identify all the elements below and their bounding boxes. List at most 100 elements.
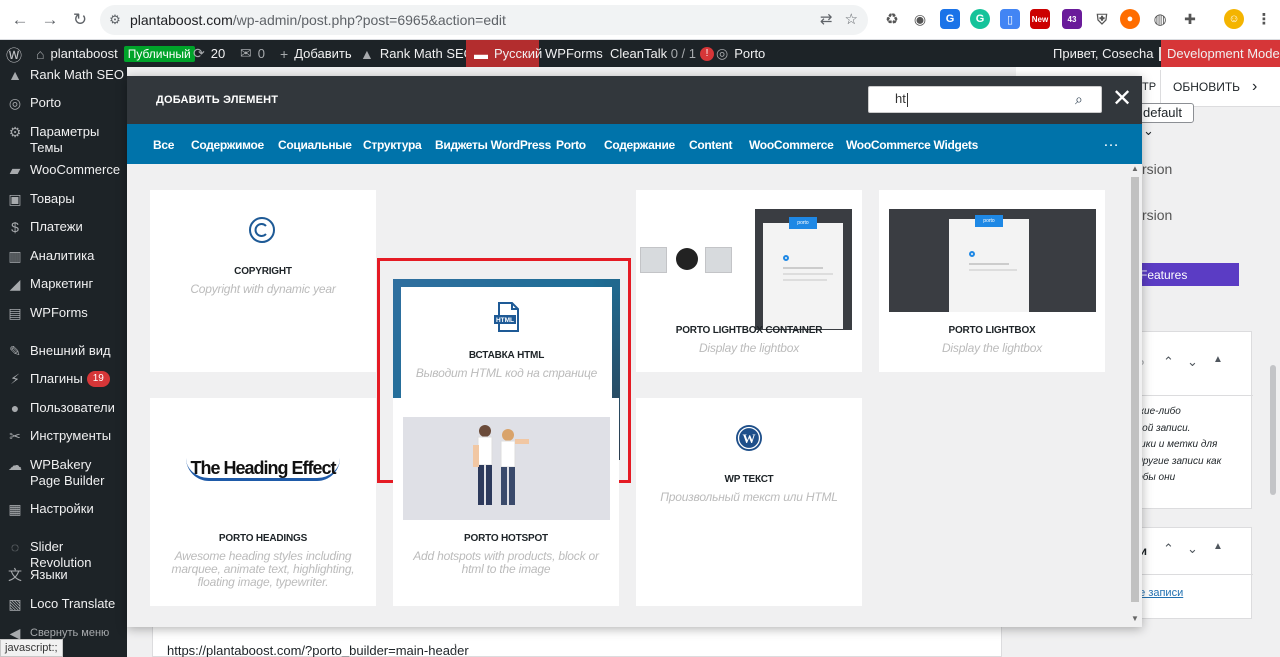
close-icon[interactable]: ✕ (1110, 87, 1134, 112)
wpforms-link[interactable]: WPForms (545, 40, 603, 67)
my-account-link[interactable]: Привет, Cosecha (1053, 40, 1174, 67)
woocommerce-icon: ▰ (9, 162, 21, 178)
bookmark-star-icon[interactable]: ☆ (845, 10, 858, 28)
back-icon[interactable]: ← (8, 8, 32, 32)
element-card-porto-hotspot[interactable]: PORTO HOTSPOT Add hotspots with products… (393, 398, 619, 606)
counter-ext-icon[interactable]: 43 (1062, 9, 1082, 29)
modal-scrollbar[interactable]: ▲ ▼ (1128, 164, 1142, 627)
features-button[interactable]: Features (1128, 263, 1239, 286)
russian-flag-icon: ▬ (474, 45, 488, 62)
move-down-icon[interactable]: ⌄ (1187, 354, 1198, 370)
sidebar-item-products[interactable]: ▣ Товары (0, 191, 127, 207)
tab-woocommerce-widgets[interactable]: WooCommerce Widgets (846, 138, 978, 152)
sidebar-item-woocommerce[interactable]: ▰ WooCommerce (0, 162, 127, 178)
scroll-thumb[interactable] (1131, 177, 1139, 602)
sidebar-item-loco-translate[interactable]: ▧ Loco Translate (0, 596, 127, 612)
element-card-wp-text[interactable]: W WP ТЕКСТ Произвольный текст или HTML (636, 398, 862, 606)
sidebar-item-theme-options[interactable]: ⚙ Параметры Темы (0, 124, 127, 156)
dev-mode-badge[interactable]: Development Mode (1161, 40, 1280, 67)
tab-woocommerce[interactable]: WooCommerce (749, 138, 834, 152)
plugins-count-badge: 19 (86, 371, 110, 387)
wpforms-icon: ▤ (8, 305, 22, 321)
wordpress-logo-icon[interactable]: Ⓦ (6, 40, 28, 67)
language-switcher[interactable]: ▬ Русский (466, 40, 542, 67)
reload-icon[interactable]: ↻ (68, 8, 92, 32)
circle-ext-icon[interactable]: ● (1120, 9, 1140, 29)
svg-text:W: W (743, 431, 756, 446)
more-tabs-icon[interactable]: … (1103, 133, 1119, 151)
element-card-lightbox[interactable]: porto PORTO LIGHTBOX Display the lightbo… (879, 190, 1105, 372)
site-info-icon[interactable]: ⚙ (100, 12, 130, 28)
updates-link[interactable]: ⟳ 20 (193, 40, 225, 67)
tab-content[interactable]: Содержимое (191, 138, 264, 152)
preview-button[interactable]: ТР (1142, 81, 1156, 93)
search-clear-icon[interactable]: ⌕ (1075, 91, 1083, 108)
page-scrollbar[interactable] (1270, 365, 1276, 495)
site-name-link[interactable]: ⌂ plantaboost Публичный (36, 40, 195, 67)
hotspot-preview (403, 417, 610, 520)
sidebar-item-rankmath[interactable]: ▲ Rank Math SEO (0, 67, 127, 83)
move-down-icon-2[interactable]: ⌄ (1187, 541, 1198, 557)
plus-icon: + (280, 45, 289, 62)
toggle-icon-2[interactable]: ▲ (1213, 541, 1223, 552)
sidebar-item-appearance[interactable]: ✎ Внешний вид (0, 343, 127, 359)
profile-avatar[interactable]: ☺ (1224, 9, 1244, 29)
translate-icon[interactable]: ⇄ (820, 10, 833, 28)
tab-social[interactable]: Социальные (278, 138, 352, 152)
tab-wordpress-widgets[interactable]: Виджеты WordPress (435, 138, 551, 152)
sidebar-item-tools[interactable]: ✂ Инструменты (0, 428, 127, 444)
address-bar[interactable]: ⚙ plantaboost.com/wp-admin/post.php?post… (100, 5, 868, 35)
sidebar-item-languages[interactable]: 文 Языки (0, 567, 127, 583)
forward-icon[interactable]: → (38, 8, 62, 32)
shield-ext-icon[interactable]: ⛨ (1092, 9, 1112, 29)
sidebar-item-wpforms[interactable]: ▤ WPForms (0, 305, 127, 321)
sidebar-item-analytics[interactable]: ▥ Аналитика (0, 248, 127, 264)
docs-ext-icon[interactable]: ▯ (1000, 9, 1020, 29)
new-ext-icon[interactable]: New (1030, 9, 1050, 29)
recycle-ext-icon[interactable]: ♻ (882, 9, 902, 29)
plugins-icon: ⚡ (10, 371, 20, 387)
element-card-porto-headings[interactable]: The Heading Effect PORTO HEADINGS Awesom… (150, 398, 376, 606)
sidebar-item-settings[interactable]: ▦ Настройки (0, 501, 127, 517)
rankmath-link[interactable]: ▲ Rank Math SEO (360, 40, 474, 67)
tab-content-en[interactable]: Content (689, 138, 733, 152)
element-card-copyright[interactable]: COPYRIGHT Copyright with dynamic year (150, 190, 376, 372)
theme-options-icon: ⚙ (8, 124, 22, 140)
toggle-icon[interactable]: ▲ (1213, 354, 1223, 365)
cleantalk-link[interactable]: CleanTalk 0 / 1! (610, 40, 715, 67)
header-url-field: https://plantaboost.com/?porto_builder=m… (152, 626, 1002, 657)
sidebar-item-payments[interactable]: $ Платежи (0, 219, 127, 235)
tab-porto[interactable]: Porto (556, 138, 586, 152)
scroll-down-icon[interactable]: ▼ (1128, 614, 1142, 623)
sidebar-item-marketing[interactable]: ◢ Маркетинг (0, 276, 127, 292)
grammarly-ext-icon[interactable]: G (970, 9, 990, 29)
url-text: plantaboost.com/wp-admin/post.php?post=6… (130, 12, 506, 28)
comments-link[interactable]: ✉ 0 (240, 40, 265, 67)
porto-link[interactable]: ◎ Porto (716, 40, 765, 67)
tab-structure[interactable]: Структура (363, 138, 422, 152)
sidebar-item-wpbakery[interactable]: ☁ WPBakery Page Builder (0, 457, 127, 489)
sidebar-item-porto[interactable]: ◎ Porto (0, 95, 127, 111)
camera-ext-icon[interactable]: ◉ (910, 9, 930, 29)
sidebar-item-plugins[interactable]: ⚡ Плагины 19 (0, 371, 127, 387)
marketing-icon: ◢ (9, 276, 21, 292)
globe-ext-icon[interactable]: ◍ (1150, 9, 1170, 29)
translate-ext-icon[interactable]: G (940, 9, 960, 29)
element-search-input[interactable]: ht (868, 86, 1102, 113)
sidebar-item-users[interactable]: ● Пользователи (0, 400, 127, 416)
element-card-lightbox-container[interactable]: porto PORTO LIGHTBOX CONTAINER Display t… (636, 190, 862, 372)
elements-grid: COPYRIGHT Copyright with dynamic year HT… (127, 164, 1142, 627)
rankmath-icon: ▲ (8, 67, 22, 83)
wordpress-icon: W (736, 425, 762, 451)
update-button[interactable]: ОБНОВИТЬ › (1160, 70, 1257, 104)
extensions-puzzle-icon[interactable]: ✚ (1180, 9, 1200, 29)
move-up-icon[interactable]: ⌃ (1163, 354, 1174, 370)
chrome-menu-icon[interactable]: ⋮ (1254, 9, 1274, 29)
tab-all[interactable]: Все (153, 138, 174, 171)
more-options-icon[interactable]: ⋮ (449, 641, 462, 657)
tab-contents[interactable]: Содержание (604, 138, 675, 152)
add-new-link[interactable]: + Добавить (280, 40, 352, 67)
loco-icon: ▧ (8, 596, 22, 612)
scroll-up-icon[interactable]: ▲ (1128, 164, 1142, 173)
move-up-icon-2[interactable]: ⌃ (1163, 541, 1174, 557)
